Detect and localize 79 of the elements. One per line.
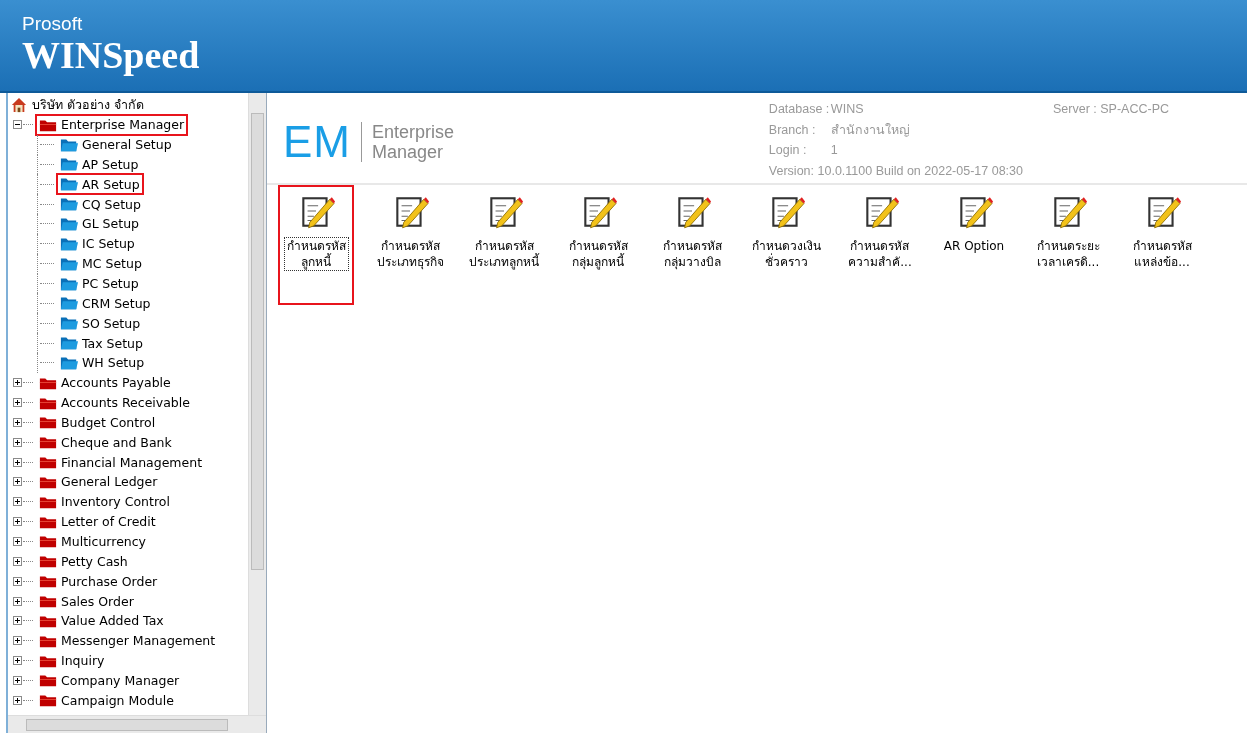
tree-item[interactable]: Campaign Module [61,692,174,708]
tree-item[interactable]: General Setup [82,137,172,153]
icon-label[interactable]: กำหนดระยะ เวลาเครดิ... [1033,237,1103,271]
tree-item[interactable]: Messenger Management [61,633,216,649]
icon-label[interactable]: กำหนดรหัส ประเภทธุรกิจ [373,237,447,271]
brand-subtitle: Prosoft [22,14,83,34]
tree-item[interactable]: Budget Control [61,414,156,430]
tree-item[interactable]: Financial Management [61,454,203,470]
tree-item[interactable]: GL Setup [82,216,139,232]
tree-item[interactable]: CRM Setup [82,295,151,311]
icon-label[interactable]: กำหนดรหัส กลุ่มวางบิล [659,237,725,271]
tree-item[interactable]: Inventory Control [61,494,170,510]
folder-icon [60,335,78,352]
expand-icon[interactable] [13,398,22,408]
tree-item[interactable]: Petty Cash [61,553,128,569]
expand-icon[interactable] [13,596,22,606]
tree-item[interactable]: Value Added Tax [61,613,164,629]
expand-icon[interactable] [13,517,22,527]
expand-icon[interactable] [13,576,22,586]
tree-item[interactable]: MC Setup [82,256,142,272]
folder-icon [60,216,78,232]
folder-icon [60,196,78,213]
vertical-scrollbar[interactable] [248,93,266,715]
folder-icon [60,156,78,173]
info-label: Database : [768,102,831,117]
icon-label[interactable]: กำหนดรหัส กลุ่มลูกหนี้ [565,237,631,271]
expand-icon[interactable] [13,636,22,646]
tree-item[interactable]: บริษัท ตัวอย่าง จำกัด [32,94,144,115]
folder-icon [60,315,78,332]
tree-item[interactable]: Multicurrency [61,534,147,549]
info-value: สำนักงานใหญ่ [830,121,910,139]
tree-item[interactable]: General Ledger [61,474,158,490]
icon-label[interactable]: กำหนดรหัส แหล่งข้อ... [1129,237,1195,271]
tree-item[interactable]: SO Setup [82,315,141,331]
icon-label[interactable]: กำหนดรหัส ความสำคั... [845,237,915,271]
expand-icon[interactable] [13,378,22,388]
tree-item[interactable]: Sales Order [61,593,134,609]
expand-icon[interactable] [13,556,22,566]
tree-item[interactable]: PC Setup [82,276,139,291]
info-label: Branch : [768,122,817,137]
tree-item[interactable]: Tax Setup [82,335,143,351]
tree-item[interactable]: AP Setup [82,156,139,172]
module-logo: EM [283,122,362,162]
house-icon [10,96,28,113]
tree-item[interactable]: Accounts Receivable [61,395,190,411]
expand-icon[interactable] [13,417,22,427]
info-value: WINS [830,102,864,117]
brand-title: WINSpeed [22,34,200,76]
tree-item[interactable]: CQ Setup [82,196,141,212]
module-title: Enterprise Manager [371,122,455,162]
folder-icon [60,176,78,193]
tree-item[interactable]: Accounts Payable [61,375,171,391]
expand-icon[interactable] [13,656,22,666]
tree-item[interactable]: IC Setup [82,236,135,252]
tree-item[interactable]: Company Manager [61,672,180,688]
server-text: Server : SP-ACC-PC [1053,101,1169,118]
horizontal-scrollbar[interactable] [8,715,266,733]
folder-icon [60,295,78,312]
expand-icon[interactable] [13,477,22,487]
expand-icon[interactable] [13,497,22,507]
collapse-icon[interactable] [13,120,22,130]
expand-icon[interactable] [13,457,22,467]
expand-icon[interactable] [13,437,22,447]
expand-icon[interactable] [13,695,22,705]
info-value: 1 [830,143,838,158]
tree-item[interactable]: Purchase Order [61,573,158,589]
icon-label[interactable]: AR Option [940,237,1008,255]
tree-item[interactable]: WH Setup [82,355,145,371]
version-text: Version: 10.0.1100 Build on 2022-05-17 08:30 [768,162,1023,180]
tree-item[interactable]: Letter of Credit [61,514,156,530]
expand-icon[interactable] [13,616,22,626]
expand-icon[interactable] [13,675,22,685]
icon-label[interactable]: กำหนดวงเงิน ชั่วคราว [748,237,824,271]
expand-icon[interactable] [13,537,22,546]
tree-item[interactable]: Cheque and Bank [61,434,172,450]
icon-label[interactable]: กำหนดรหัส ลูกหนี้ [283,237,349,271]
info-label: Login : [768,143,808,158]
tree-item[interactable]: Inquiry [61,653,105,669]
icon-label[interactable]: กำหนดรหัส ประเภทลูกหนี้ [466,237,542,271]
